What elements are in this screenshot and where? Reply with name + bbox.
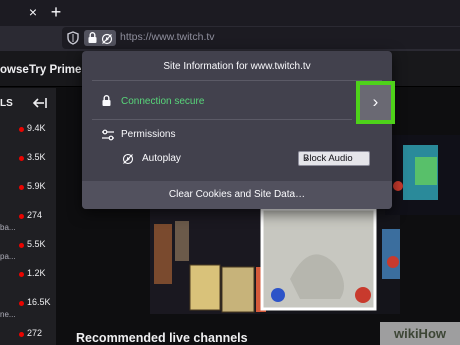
live-dot-icon [19, 127, 24, 132]
close-tab-icon[interactable]: × [26, 4, 40, 20]
live-dot-icon [19, 185, 24, 190]
autoplay-icon [122, 152, 134, 170]
sidebar-channel[interactable]: 274 [0, 210, 56, 224]
panel-title: Site Information for www.twitch.tv [163, 61, 311, 72]
viewer-count: 3.5K [27, 152, 46, 162]
autoplay-blocked-icon [101, 32, 113, 50]
viewer-count: 272 [27, 328, 43, 338]
viewer-count: 274 [27, 210, 43, 220]
live-dot-icon [19, 301, 24, 306]
padlock-icon [101, 94, 112, 112]
connection-status[interactable]: Connection secure [121, 96, 204, 107]
viewer-count: 1.2K [27, 268, 46, 278]
divider [92, 119, 352, 120]
padlock-icon [87, 31, 98, 49]
stream-preview-side [385, 135, 460, 215]
url-text[interactable]: https://www.twitch.tv [120, 31, 215, 43]
live-dot-icon [19, 156, 24, 161]
new-tab-button[interactable]: + [48, 2, 64, 22]
viewer-count: 5.5K [27, 239, 46, 249]
connection-details-button[interactable]: › [356, 81, 395, 124]
permissions-heading: Permissions [121, 129, 176, 140]
sidebar-channel-game: pa... [0, 252, 16, 261]
sidebar-channel[interactable]: 272 [0, 328, 56, 342]
live-dot-icon [19, 243, 24, 248]
wikihow-watermark: wikiHow [380, 322, 460, 345]
live-dot-icon [19, 214, 24, 219]
autoplay-label: Autoplay [142, 153, 181, 164]
clear-cookies-button[interactable]: Clear Cookies and Site Data… [82, 189, 392, 200]
sidebar-channel[interactable]: 1.2K [0, 268, 56, 282]
stream-preview-thumbnail[interactable] [150, 209, 400, 314]
sidebar-channel[interactable]: 5.9K [0, 181, 56, 195]
live-dot-icon [19, 272, 24, 277]
sidebar-channel-game: ba... [0, 223, 16, 232]
viewer-count: 9.4K [27, 123, 46, 133]
sidebar-channel[interactable]: 5.5K [0, 239, 56, 253]
sidebar-channel[interactable]: 9.4K [0, 123, 56, 137]
chevron-right-icon: › [372, 92, 379, 111]
divider [92, 80, 382, 81]
chevron-down-icon: ⌄ [303, 153, 310, 162]
sidebar-channel[interactable]: 16.5K [0, 297, 56, 311]
viewer-count: 16.5K [27, 297, 51, 307]
sidebar-header: LS [0, 98, 13, 109]
tracking-shield-icon[interactable] [66, 30, 80, 46]
collapse-sidebar-icon[interactable] [30, 96, 48, 110]
viewer-count: 5.9K [27, 181, 46, 191]
autoplay-select[interactable]: Block Audio ⌄ [298, 151, 370, 166]
tab-bar [0, 0, 460, 26]
live-dot-icon [19, 332, 24, 337]
recommended-channels-heading: Recommended live channels [76, 331, 248, 345]
sidebar-channel[interactable]: 3.5K [0, 152, 56, 166]
sidebar-channel-game: ne... [0, 310, 16, 319]
site-identity-button[interactable] [84, 30, 116, 46]
permissions-icon [101, 128, 115, 146]
